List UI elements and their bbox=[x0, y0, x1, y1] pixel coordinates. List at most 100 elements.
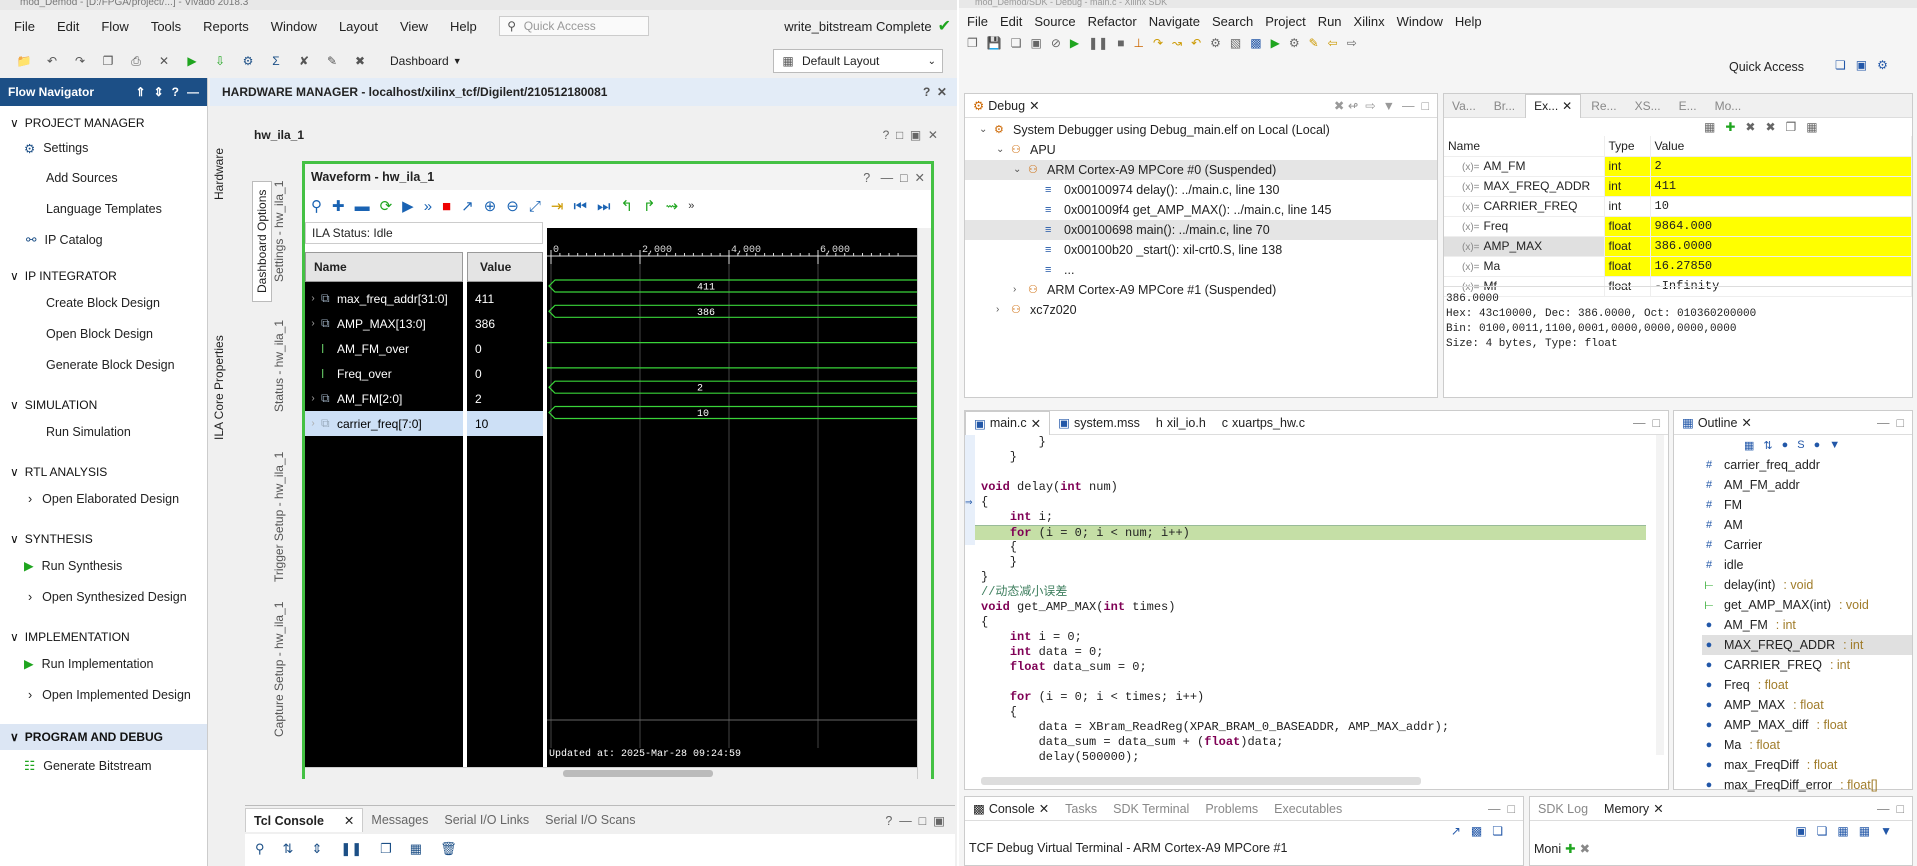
tab-e[interactable]: E... bbox=[1671, 94, 1705, 118]
signal-row[interactable]: ⅼ AM_FM_over bbox=[305, 336, 463, 361]
zoom-out-icon[interactable]: ⊖ bbox=[506, 197, 519, 215]
help-icon[interactable]: ? ✕ bbox=[923, 85, 947, 99]
waveform-scrollbar[interactable] bbox=[305, 767, 917, 779]
trash-icon[interactable]: 🗑 bbox=[440, 841, 457, 857]
minimize-icon[interactable]: — bbox=[187, 85, 199, 99]
section-simulation[interactable]: ∨ SIMULATION bbox=[0, 394, 207, 416]
build-icon[interactable]: ▣ bbox=[1030, 36, 1041, 50]
search-icon[interactable]: ⚲ bbox=[255, 841, 265, 857]
signal-value[interactable]: 0 bbox=[467, 361, 543, 386]
expression-value[interactable]: 9864.000 bbox=[1650, 216, 1912, 237]
tab-outline[interactable]: ▦ Outline ✕ bbox=[1674, 411, 1760, 435]
menu-file[interactable]: File bbox=[967, 14, 988, 29]
debug-tree-item[interactable]: ≡ 0x00100974 delay(): ../main.c, line 130 bbox=[965, 180, 1437, 200]
expand-icon[interactable]: › bbox=[305, 318, 321, 329]
sort-icon[interactable]: ⇅ bbox=[1763, 439, 1772, 452]
section-rtl-analysis[interactable]: ∨ RTL ANALYSIS bbox=[0, 461, 207, 483]
menu-tools[interactable]: Tools bbox=[151, 19, 181, 34]
outline-item[interactable]: # idle bbox=[1702, 555, 1912, 575]
expand-icon[interactable]: › bbox=[996, 300, 1006, 320]
perspective-switcher[interactable]: ❏ ▣ ⚙ bbox=[1835, 58, 1888, 72]
menu-flow[interactable]: Flow bbox=[101, 19, 128, 34]
undo-icon[interactable]: ↶ bbox=[44, 53, 60, 69]
nav-add-sources[interactable]: Add Sources bbox=[0, 162, 207, 193]
tab-tcl-console[interactable]: Tcl Console ✕ bbox=[245, 808, 364, 832]
collapse-icon[interactable]: ▦ bbox=[1744, 439, 1754, 452]
hide-static-icon[interactable]: S bbox=[1797, 439, 1804, 451]
tab-xuartps-hw-c[interactable]: c xuartps_hw.c bbox=[1214, 411, 1313, 435]
scrollbar-thumb[interactable] bbox=[563, 770, 713, 777]
refresh-icon[interactable]: ⟳ bbox=[380, 197, 393, 215]
signal-row[interactable]: › ⧉ AM_FM[2:0] bbox=[305, 386, 463, 411]
display-console-icon[interactable]: ▩ bbox=[1471, 824, 1482, 838]
signal-value[interactable]: 0 bbox=[467, 336, 543, 361]
hide-nonpublic-icon[interactable]: ● bbox=[1814, 439, 1821, 451]
redo-icon[interactable]: ↷ bbox=[72, 53, 88, 69]
back-icon[interactable]: ⇦ bbox=[1328, 36, 1338, 50]
reset-icon[interactable]: ❏ bbox=[1817, 824, 1828, 838]
tab-system-mss[interactable]: ▣ system.mss bbox=[1050, 411, 1148, 435]
collapse-icon[interactable]: ⇑ bbox=[136, 85, 146, 99]
menu-run[interactable]: Run bbox=[1318, 14, 1342, 29]
menu-navigate[interactable]: Navigate bbox=[1149, 14, 1200, 29]
run-icon[interactable]: ▶ bbox=[1271, 36, 1280, 50]
debug-tree-item[interactable]: ⌄ ⚇ ARM Cortex-A9 MPCore #0 (Suspended) bbox=[965, 160, 1437, 180]
console-window-controls[interactable]: ? — □ ▣ bbox=[885, 813, 945, 828]
suspend-icon[interactable]: ❚❚ bbox=[1088, 36, 1108, 50]
outline-item[interactable]: ● max_FreqDiff : float bbox=[1702, 755, 1912, 775]
tab-tasks[interactable]: Tasks bbox=[1057, 797, 1105, 821]
nav-settings[interactable]: ⚙ Settings bbox=[0, 134, 207, 162]
dashboard-dropdown[interactable]: Dashboard ▼ bbox=[390, 54, 462, 68]
tab-sdk-terminal[interactable]: SDK Terminal bbox=[1105, 797, 1197, 821]
outline-item[interactable]: # Carrier bbox=[1702, 535, 1912, 555]
expression-value[interactable]: 16.27850 bbox=[1650, 256, 1912, 277]
stop-icon[interactable]: ■ bbox=[442, 198, 451, 215]
waveform-canvas[interactable]: 0 2,000 4,000 6,000 411 386 2 10 Updated at: 20… bbox=[547, 228, 917, 767]
tab-debug[interactable]: ⚙ Debug ✕ bbox=[965, 94, 1048, 118]
menu-icon[interactable]: ▼ bbox=[1829, 439, 1840, 451]
tab-serial-io-scans[interactable]: Serial I/O Scans bbox=[537, 808, 643, 832]
add-monitor-icon[interactable]: ✚ bbox=[1565, 841, 1575, 856]
expand-icon[interactable]: ⌄ bbox=[996, 140, 1006, 160]
menu-search[interactable]: Search bbox=[1212, 14, 1253, 29]
external-tools-icon[interactable]: ⚙ bbox=[1289, 36, 1300, 50]
delete-icon[interactable]: ✕ bbox=[156, 53, 172, 69]
paste-icon[interactable]: ⎙ bbox=[128, 53, 144, 69]
editor-h-scrollbar[interactable] bbox=[981, 777, 1421, 785]
tab-xil-io-h[interactable]: h xil_io.h bbox=[1148, 411, 1214, 435]
expand-icon[interactable]: › bbox=[305, 418, 321, 429]
debug-tree-item[interactable]: ≡ 0x001009f4 get_AMP_MAX(): ../main.c, li… bbox=[965, 200, 1437, 220]
outline-item[interactable]: ● MAX_FREQ_ADDR : int bbox=[1702, 635, 1912, 655]
editor-scrollbar[interactable] bbox=[1656, 435, 1664, 755]
tab-executables[interactable]: Executables bbox=[1266, 797, 1350, 821]
expand-icon[interactable]: ⇕ bbox=[154, 85, 164, 99]
expression-value[interactable]: 386.0000 bbox=[1650, 236, 1912, 257]
signal-value[interactable]: 10 bbox=[467, 411, 543, 436]
signal-row[interactable]: › ⧉ AMP_MAX[13:0] bbox=[305, 311, 463, 336]
table-icon[interactable]: ▦ bbox=[410, 841, 422, 857]
copy-icon[interactable]: ❐ bbox=[100, 53, 116, 69]
outline-item[interactable]: # FM bbox=[1702, 495, 1912, 515]
terminal-icon[interactable]: ▩ bbox=[1250, 36, 1261, 50]
outline-item[interactable]: # AM_FM_addr bbox=[1702, 475, 1912, 495]
next-marker-icon[interactable]: ↱ bbox=[643, 197, 656, 215]
tab-sdk-log[interactable]: SDK Log bbox=[1530, 797, 1596, 821]
resume-icon[interactable]: ▶ bbox=[1070, 36, 1079, 50]
copy-icon[interactable]: ❐ bbox=[1786, 120, 1797, 134]
tools-icon[interactable]: ✘ bbox=[296, 53, 312, 69]
run-trigger-icon[interactable]: ▶ bbox=[402, 197, 414, 215]
run-icon[interactable]: ▶ bbox=[184, 53, 200, 69]
status-tab[interactable]: Status - hw_ila_1 bbox=[272, 320, 286, 412]
menu-icon[interactable]: ▼ bbox=[1880, 824, 1892, 838]
nav-open-block-design[interactable]: Open Block Design bbox=[0, 318, 207, 349]
debug-view-controls[interactable]: ✖ ↫ ⇨ ▼ — □ bbox=[1334, 98, 1429, 113]
outline-item[interactable]: ● AMP_MAX : float bbox=[1702, 695, 1912, 715]
tab-registers[interactable]: Re... bbox=[1583, 94, 1624, 118]
outline-item[interactable]: ● Ma : float bbox=[1702, 735, 1912, 755]
skip-icon[interactable]: ⊘ bbox=[1051, 36, 1061, 50]
menu-layout[interactable]: Layout bbox=[339, 19, 378, 34]
section-project-manager[interactable]: ∨ PROJECT MANAGER bbox=[0, 112, 207, 134]
nav-generate-block-design[interactable]: Generate Block Design bbox=[0, 349, 207, 380]
go-start-icon[interactable]: ⏮ bbox=[573, 198, 587, 215]
vertical-scrollbar[interactable] bbox=[917, 228, 931, 779]
